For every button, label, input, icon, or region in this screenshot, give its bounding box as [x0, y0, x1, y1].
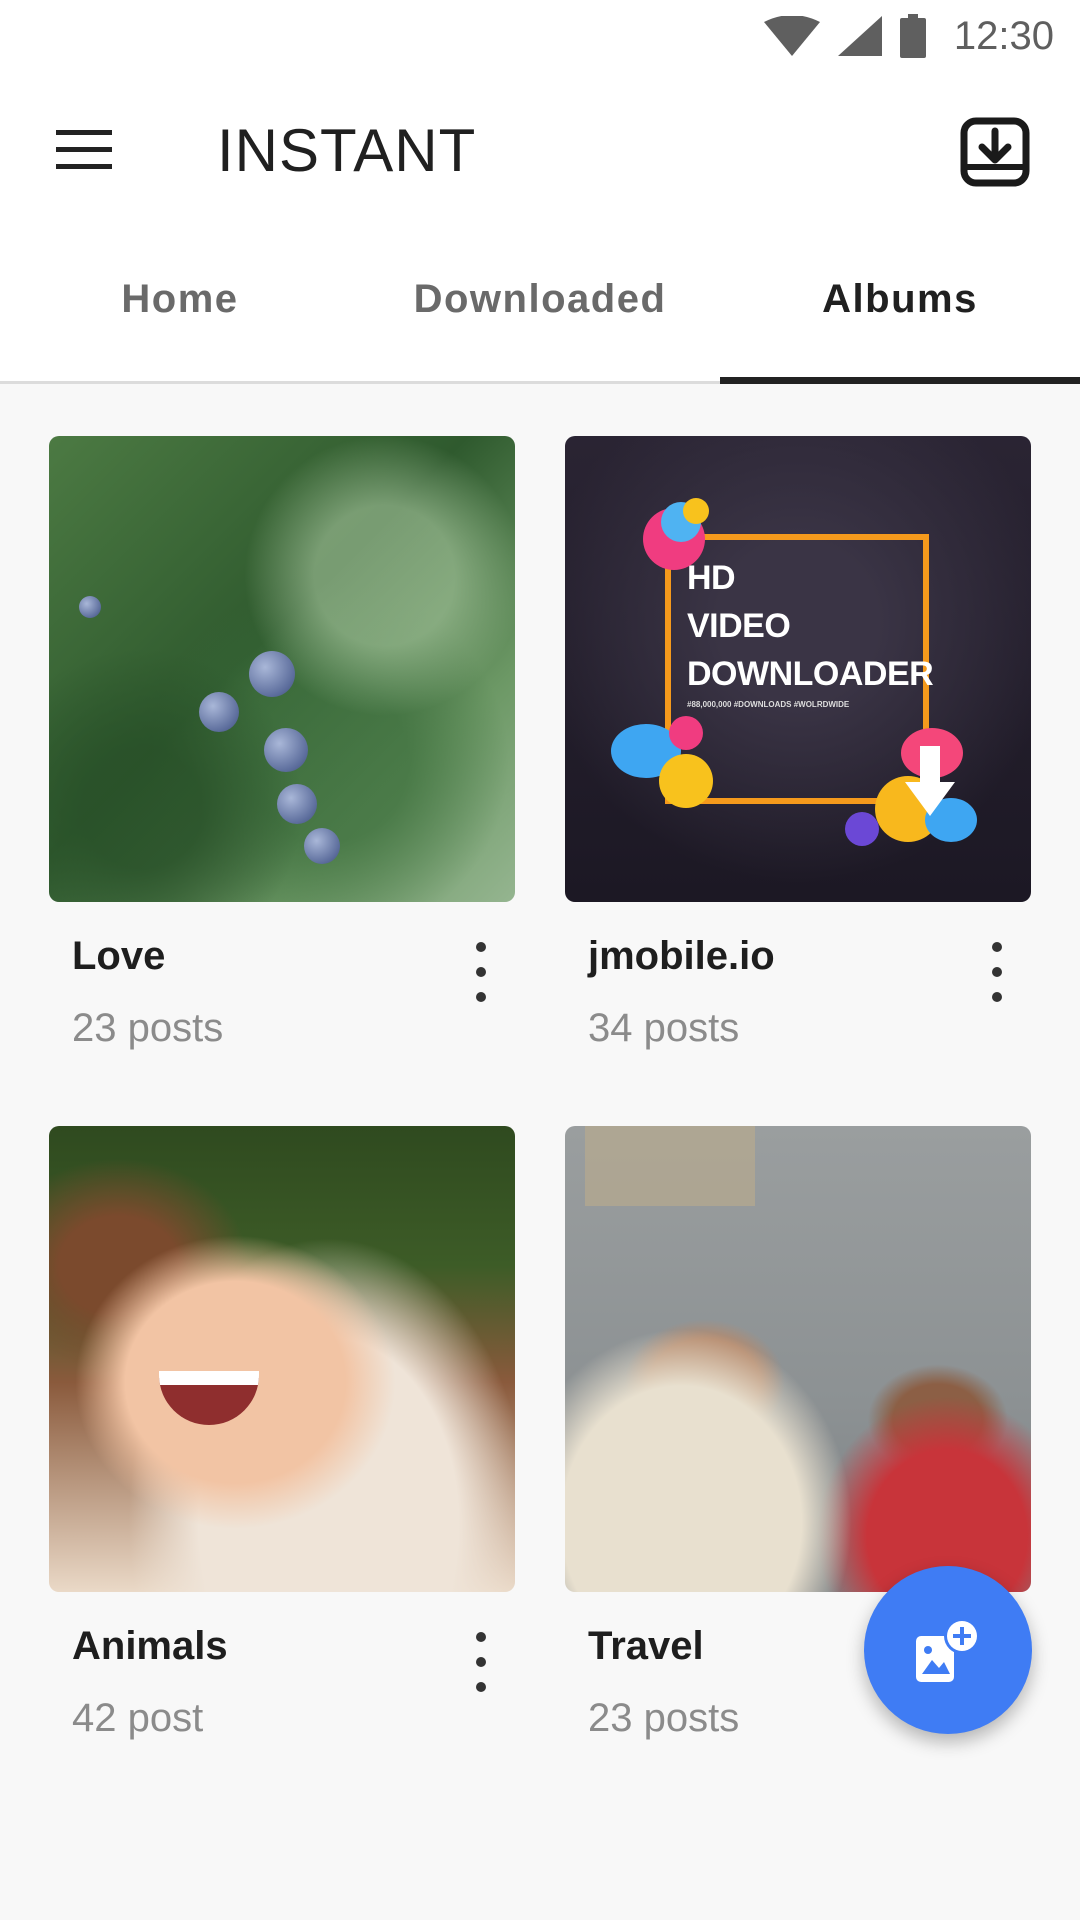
album-thumbnail[interactable]: HD VIDEO DOWNLOADER #88,000,000 #DOWNLOA…: [565, 436, 1031, 902]
berry: [249, 651, 295, 697]
menu-icon: [56, 130, 112, 169]
signal-icon: [837, 16, 882, 56]
decor-blob: [659, 754, 713, 808]
decor-blob: [845, 812, 879, 846]
decor-blob: [669, 716, 703, 750]
album-post-count: 23 posts: [72, 1006, 224, 1050]
album-title: Love: [72, 934, 166, 978]
add-album-fab[interactable]: [864, 1566, 1032, 1734]
status-bar: 12:30: [0, 0, 1080, 72]
banner-tagline: #88,000,000 #DOWNLOADS #WOLRDWIDE: [687, 700, 850, 709]
more-options-icon[interactable]: [985, 942, 1009, 1002]
berry: [277, 784, 317, 824]
tab-downloaded[interactable]: Downloaded: [360, 228, 720, 381]
smile: [159, 1371, 259, 1425]
album-card-love[interactable]: Love 23 posts: [49, 436, 515, 1050]
tab-home[interactable]: Home: [0, 228, 360, 381]
banner-headline: HD VIDEO DOWNLOADER: [687, 559, 934, 693]
wifi-icon: [763, 16, 820, 56]
download-icon: [960, 117, 1030, 187]
cloth: [585, 1126, 755, 1206]
status-time: 12:30: [953, 13, 1054, 58]
more-options-icon[interactable]: [469, 942, 493, 1002]
tab-bar: Home Downloaded Albums: [0, 228, 1080, 384]
album-post-count: 42 post: [72, 1696, 204, 1740]
album-title: Travel: [588, 1624, 704, 1668]
berry: [304, 828, 340, 864]
album-card-jmobile[interactable]: HD VIDEO DOWNLOADER #88,000,000 #DOWNLOA…: [565, 436, 1031, 1050]
album-thumbnail[interactable]: [49, 1126, 515, 1592]
download-button[interactable]: [955, 112, 1035, 192]
berry: [264, 728, 308, 772]
more-options-icon[interactable]: [469, 1632, 493, 1692]
album-post-count: 23 posts: [588, 1696, 740, 1740]
add-photo-icon: [916, 1618, 980, 1682]
album-title: jmobile.io: [588, 934, 775, 978]
album-card-travel[interactable]: Travel 23 posts: [565, 1126, 1031, 1740]
album-thumbnail[interactable]: [565, 1126, 1031, 1592]
app-bar: INSTANT: [0, 72, 1080, 228]
tab-albums[interactable]: Albums: [720, 228, 1080, 384]
album-thumbnail[interactable]: [49, 436, 515, 902]
battery-icon: [899, 14, 926, 58]
berry: [79, 596, 101, 618]
berry: [199, 692, 239, 732]
download-arrow-icon: [905, 746, 955, 816]
menu-button[interactable]: [44, 118, 124, 182]
album-post-count: 34 posts: [588, 1006, 740, 1050]
album-card-animals[interactable]: Animals 42 post: [49, 1126, 515, 1740]
app-title: INSTANT: [217, 117, 477, 184]
album-title: Animals: [72, 1624, 228, 1668]
decor-blob: [683, 498, 709, 524]
